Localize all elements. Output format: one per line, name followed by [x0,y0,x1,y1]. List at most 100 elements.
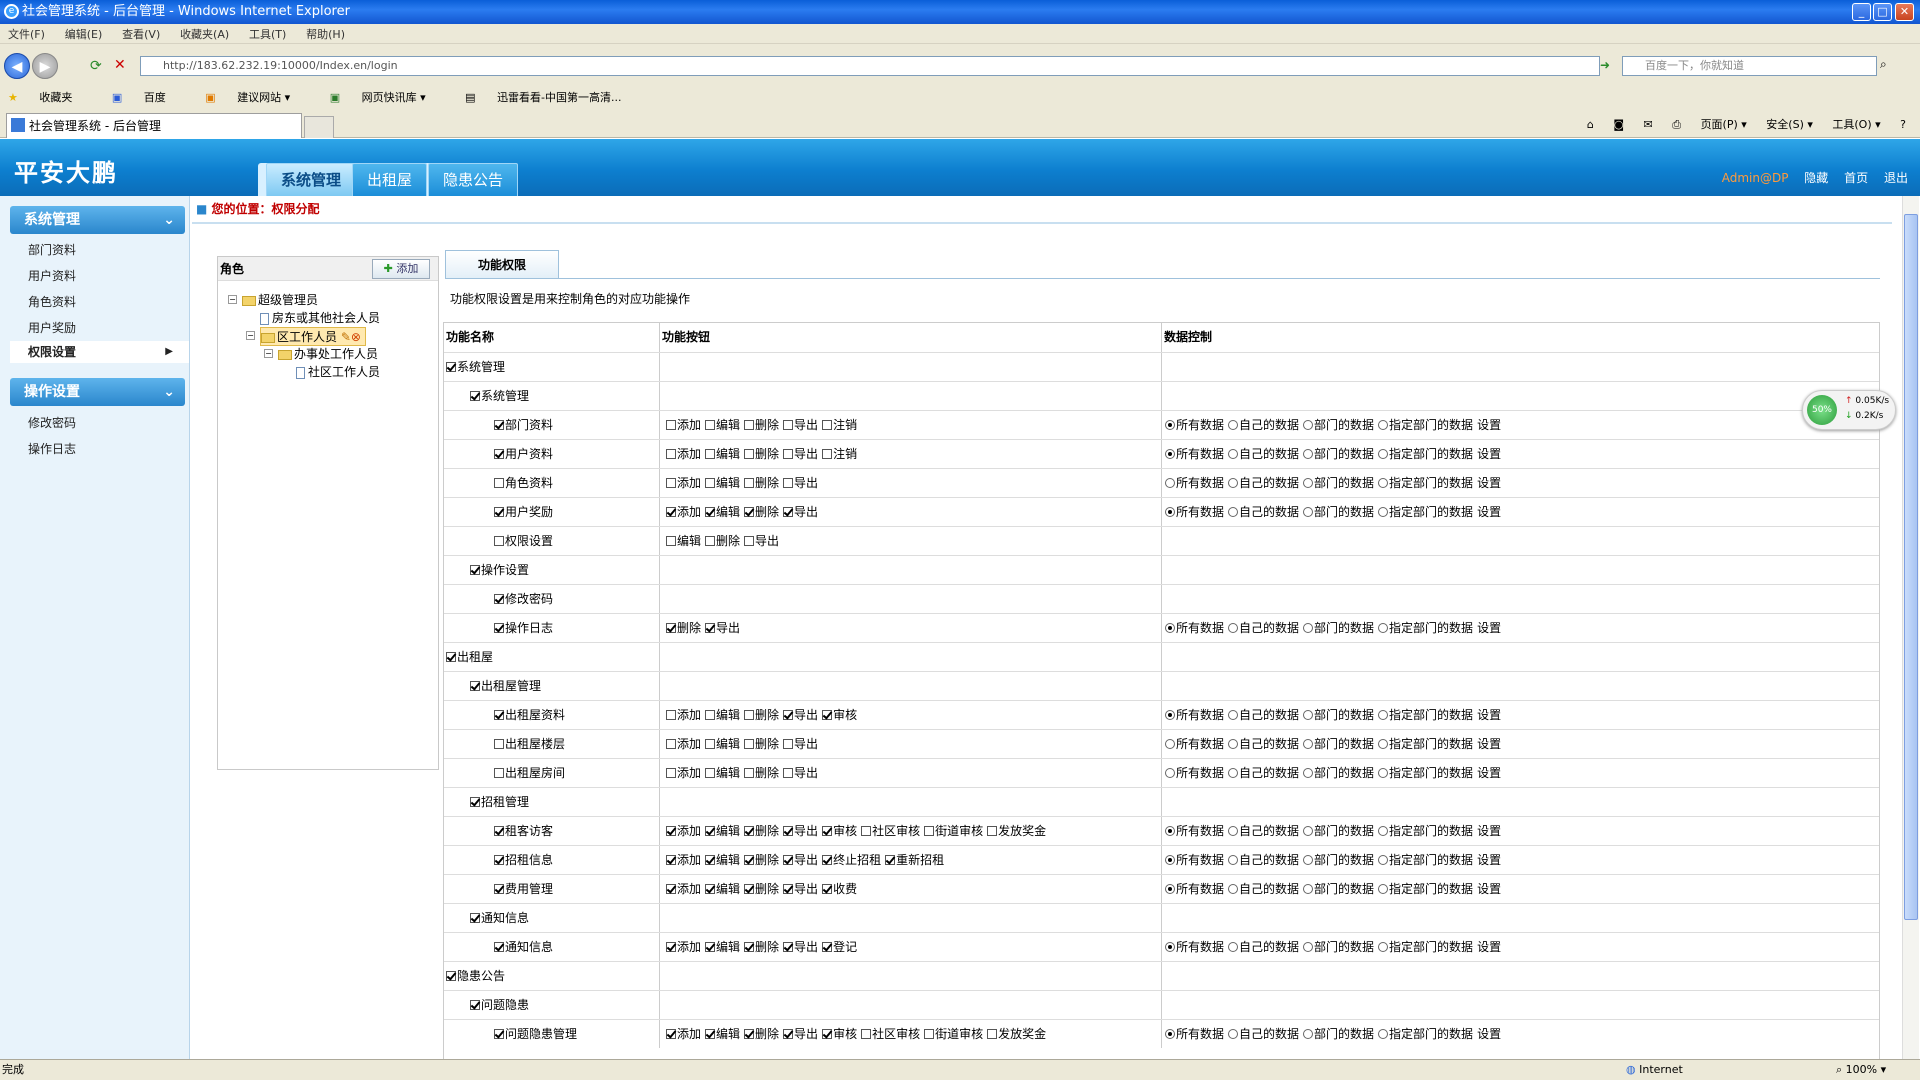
button-permission-option[interactable]: 删除 [744,708,779,722]
button-permission-option[interactable]: 导出 [705,621,740,635]
function-checkbox[interactable] [470,1000,480,1010]
button-permission-checkbox[interactable] [987,826,998,836]
set-department-link[interactable]: 设置 [1477,708,1501,722]
button-permission-option[interactable]: 添加 [666,505,701,519]
set-department-link[interactable]: 设置 [1477,882,1501,896]
data-scope-option[interactable]: 自己的数据 [1228,766,1299,780]
data-scope-radio[interactable] [1165,478,1175,488]
menu-edit[interactable]: 编辑(E) [65,28,103,41]
function-checkbox[interactable] [446,971,456,981]
data-scope-radio[interactable] [1303,710,1314,720]
data-scope-option[interactable]: 所有数据 [1165,505,1224,519]
set-department-link[interactable]: 设置 [1477,447,1501,461]
button-permission-checkbox[interactable] [666,768,676,778]
button-permission-option[interactable]: 删除 [744,505,779,519]
scrollbar-thumb[interactable] [1904,214,1918,920]
button-permission-option[interactable]: 添加 [666,882,701,896]
button-permission-checkbox[interactable] [822,942,833,952]
data-scope-option[interactable]: 自己的数据 [1228,1027,1299,1041]
data-scope-radio[interactable] [1303,507,1314,517]
button-permission-checkbox[interactable] [705,826,716,836]
data-scope-radio[interactable] [1303,420,1314,430]
stop-icon[interactable]: ✕ [114,57,126,73]
sidebar-item-roles[interactable]: 角色资料 [28,293,76,310]
data-scope-option[interactable]: 所有数据 [1165,447,1224,461]
button-permission-checkbox[interactable] [705,710,716,720]
button-permission-checkbox[interactable] [987,1029,998,1039]
button-permission-option[interactable]: 注销 [822,418,857,432]
data-scope-radio[interactable] [1228,884,1239,894]
zoom-control[interactable]: ⌕ 100% ▾ [1836,1060,1886,1080]
button-permission-option[interactable]: 导出 [783,447,818,461]
data-scope-option[interactable]: 指定部门的数据 [1378,505,1473,519]
fav-webslice-link[interactable]: ▣ 网页快讯库 ▾ [330,91,444,104]
button-permission-checkbox[interactable] [924,1029,935,1039]
button-permission-checkbox[interactable] [666,942,676,952]
button-permission-checkbox[interactable] [822,884,833,894]
mail-icon[interactable]: ✉ [1644,118,1653,131]
data-scope-radio[interactable] [1228,768,1239,778]
button-permission-option[interactable]: 添加 [666,737,701,751]
sidebar-item-operation-log[interactable]: 操作日志 [28,440,76,457]
sidebar-item-departments[interactable]: 部门资料 [28,241,76,258]
data-scope-radio[interactable] [1378,855,1389,865]
button-permission-option[interactable]: 删除 [744,882,779,896]
button-permission-option[interactable]: 删除 [744,940,779,954]
function-checkbox[interactable] [494,855,504,865]
data-scope-option[interactable]: 指定部门的数据 [1378,621,1473,635]
button-permission-checkbox[interactable] [783,768,794,778]
sidebar-item-rewards[interactable]: 用户奖励 [28,319,76,336]
data-scope-option[interactable]: 自己的数据 [1228,824,1299,838]
button-permission-option[interactable]: 重新招租 [885,853,944,867]
button-permission-option[interactable]: 添加 [666,418,701,432]
new-tab-button[interactable] [304,116,334,138]
data-scope-radio[interactable] [1303,1029,1314,1039]
button-permission-checkbox[interactable] [744,507,755,517]
data-scope-option[interactable]: 指定部门的数据 [1378,476,1473,490]
data-scope-option[interactable]: 自己的数据 [1228,621,1299,635]
button-permission-option[interactable]: 编辑 [705,766,740,780]
data-scope-radio[interactable] [1303,884,1314,894]
button-permission-option[interactable]: 审核 [822,1027,857,1041]
data-scope-radio[interactable] [1165,507,1175,517]
button-permission-checkbox[interactable] [666,478,676,488]
network-speed-widget[interactable]: 50% ↑ 0.05K/s ↓ 0.2K/s [1802,390,1896,430]
function-checkbox[interactable] [494,739,504,749]
data-scope-radio[interactable] [1303,449,1314,459]
button-permission-checkbox[interactable] [822,420,833,430]
data-scope-radio[interactable] [1165,768,1175,778]
fav-suggested-link[interactable]: ▣ 建议网站 ▾ [205,91,308,104]
button-permission-option[interactable]: 审核 [822,824,857,838]
button-permission-option[interactable]: 编辑 [705,418,740,432]
button-permission-checkbox[interactable] [822,855,833,865]
help-icon[interactable]: ? [1900,118,1906,131]
button-permission-checkbox[interactable] [744,420,755,430]
data-scope-radio[interactable] [1228,478,1239,488]
button-permission-checkbox[interactable] [783,449,794,459]
data-scope-radio[interactable] [1378,710,1389,720]
data-scope-option[interactable]: 自己的数据 [1228,418,1299,432]
data-scope-option[interactable]: 自己的数据 [1228,708,1299,722]
data-scope-option[interactable]: 部门的数据 [1303,766,1374,780]
button-permission-checkbox[interactable] [924,826,935,836]
button-permission-checkbox[interactable] [666,826,676,836]
button-permission-checkbox[interactable] [705,536,716,546]
function-checkbox[interactable] [446,652,456,662]
tab-function-permissions[interactable]: 功能权限 [445,250,559,278]
button-permission-checkbox[interactable] [705,739,716,749]
data-scope-option[interactable]: 所有数据 [1165,418,1224,432]
data-scope-option[interactable]: 指定部门的数据 [1378,708,1473,722]
button-permission-option[interactable]: 添加 [666,824,701,838]
set-department-link[interactable]: 设置 [1477,940,1501,954]
button-permission-checkbox[interactable] [783,884,794,894]
button-permission-option[interactable]: 编辑 [705,853,740,867]
tree-node-district-staff[interactable]: 区工作人员 ✎⊗ [260,327,366,346]
button-permission-checkbox[interactable] [705,1029,716,1039]
data-scope-radio[interactable] [1378,739,1389,749]
menu-view[interactable]: 查看(V) [122,28,160,41]
data-scope-option[interactable]: 部门的数据 [1303,824,1374,838]
function-checkbox[interactable] [494,449,504,459]
vertical-scrollbar[interactable] [1902,196,1919,1059]
logout-link[interactable]: 退出 [1884,171,1908,185]
button-permission-checkbox[interactable] [705,507,716,517]
